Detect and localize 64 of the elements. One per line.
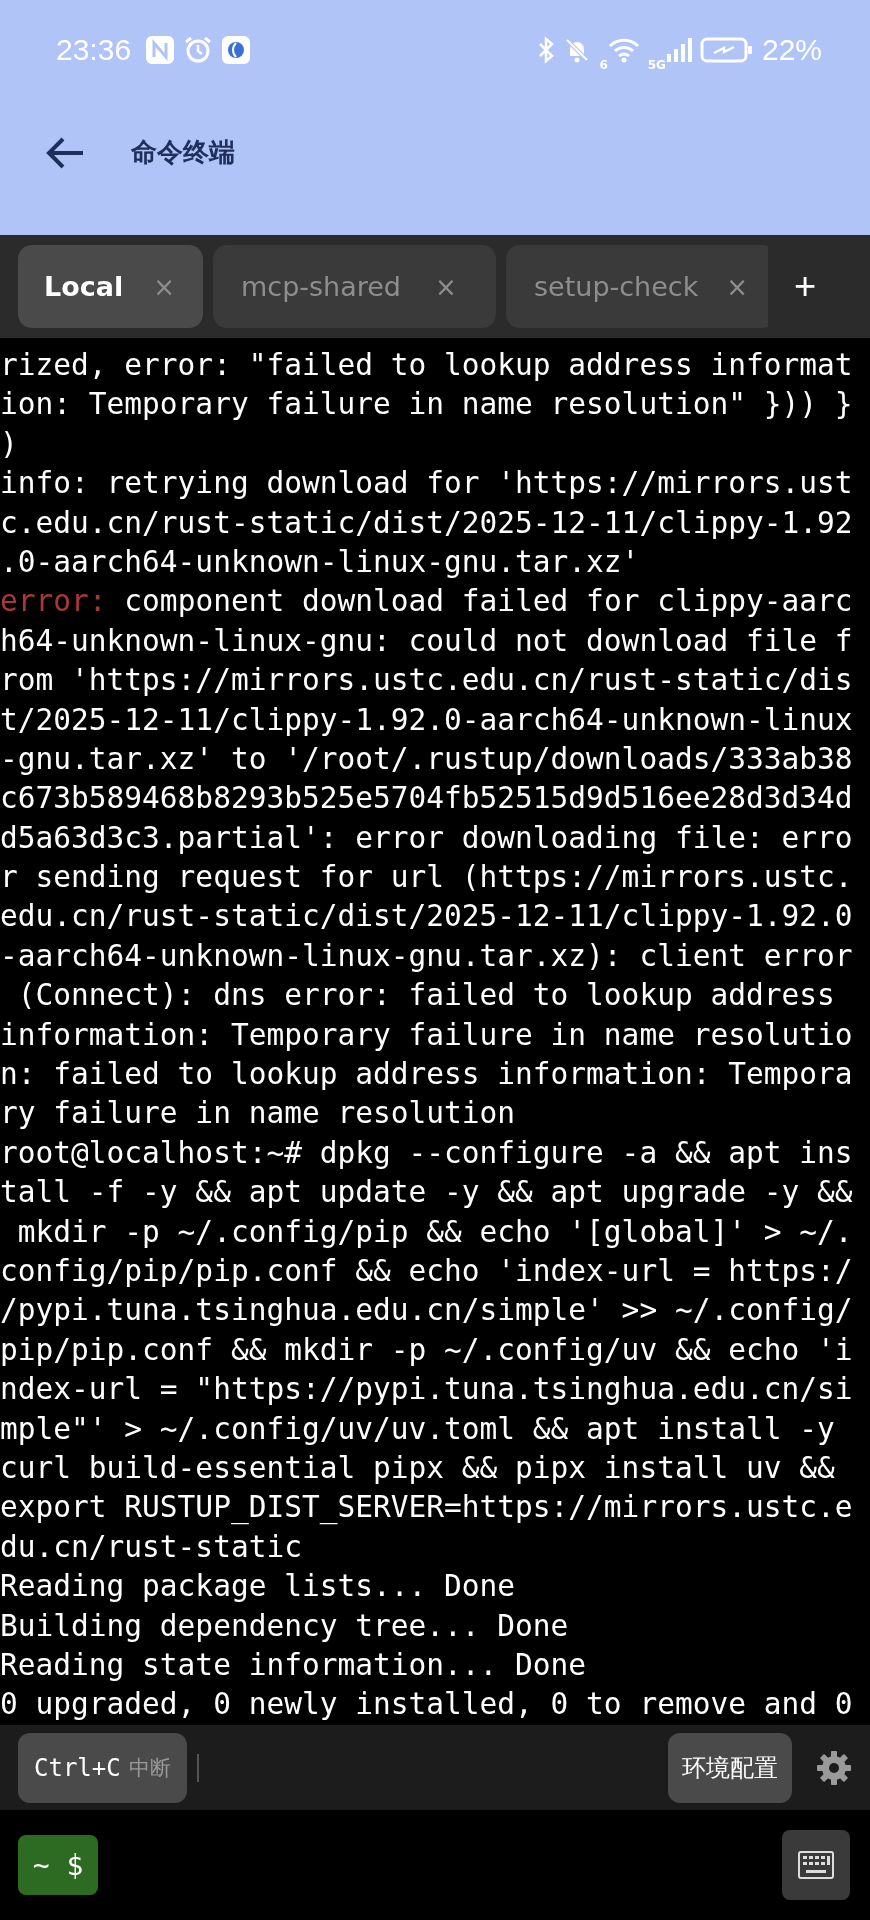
terminal-line: du.cn/rust-static xyxy=(0,1529,302,1564)
alarm-icon xyxy=(183,35,214,65)
terminal-line: rized, error: "failed to lookup address informat xyxy=(0,348,853,382)
terminal-line: ry failure in name resolution xyxy=(0,1096,516,1131)
status-time: 23:36 xyxy=(56,33,132,67)
wifi-icon xyxy=(607,36,640,64)
bluetooth-icon xyxy=(537,36,556,64)
close-tab-icon[interactable]: × xyxy=(435,271,457,302)
nfc-icon xyxy=(145,35,176,65)
settings-icon[interactable] xyxy=(816,1749,852,1786)
terminal-line: curl build-essential pipx && pipx install uv && xyxy=(0,1450,835,1485)
terminal-line: c673b589468b8293b525e5704fb52515d9d516ee28d3d34d xyxy=(0,781,853,816)
tab-label: setup-check xyxy=(534,271,699,302)
error-label: error: xyxy=(0,584,107,619)
terminal-line: mple"' > ~/.config/uv/uv.toml && apt install -y xyxy=(0,1411,835,1446)
tab-label: Local xyxy=(44,271,124,302)
terminal-line: -gnu.tar.xz' to '/root/.rustup/downloads/333ab38 xyxy=(0,741,853,776)
terminal-line: ) xyxy=(0,426,18,461)
terminal-line: c.edu.cn/rust-static/dist/2025-12-11/clippy-1.92 xyxy=(0,505,853,540)
terminal-line: edu.cn/rust-static/dist/2025-12-11/clippy-1.92.0 xyxy=(0,899,853,934)
terminal-line: root@localhost:~# dpkg --configure -a && apt ins xyxy=(0,1135,853,1170)
terminal-line: h64-unknown-linux-gnu: could not download file f xyxy=(0,623,853,658)
wifi-standard-label: 6 xyxy=(599,58,608,72)
terminal-line: mkdir -p ~/.config/pip && echo '[global]' > ~/. xyxy=(16,1214,853,1249)
terminal-line: /pypi.tuna.tsinghua.edu.cn/simple' >> ~/.config/ xyxy=(0,1293,853,1328)
interrupt-button[interactable]: Ctrl+C 中断 xyxy=(18,1732,187,1803)
tab-label: mcp-shared xyxy=(241,271,401,302)
terminal-line: 0 upgraded, 0 newly installed, 0 to remove and 0 xyxy=(0,1687,853,1722)
terminal-line: config/pip/pip.conf && echo 'index-url = https:/ xyxy=(0,1254,853,1288)
back-arrow-icon[interactable] xyxy=(45,135,85,170)
terminal-line: pip/pip.conf && mkdir -p ~/.config/uv && echo 'i xyxy=(0,1332,853,1367)
terminal-line: export RUSTUP_DIST_SERVER=https://mirrors.ustc.e xyxy=(0,1490,853,1525)
battery-percentage: 22% xyxy=(761,33,822,67)
terminal-line: t/2025-12-11/clippy-1.92.0-aarch64-unknown-linux xyxy=(0,702,853,737)
terminal-tab[interactable]: Local × xyxy=(18,245,203,328)
terminal-line: Reading state information... Done xyxy=(0,1647,587,1682)
keyboard-icon xyxy=(798,1851,834,1879)
terminal-line: (Connect): dns error: failed to lookup address xyxy=(16,978,835,1013)
env-config-button[interactable]: 环境配置 xyxy=(668,1732,792,1803)
terminal-line: n: failed to lookup address information: Tempora xyxy=(0,1057,853,1092)
app-icon xyxy=(221,35,252,65)
terminal-line: info: retrying download for 'https://mirrors.ust xyxy=(0,466,853,501)
terminal-tab[interactable]: mcp-shared × xyxy=(213,245,496,328)
terminal-line: tall -f -y && apt update -y && apt upgrade -y && xyxy=(0,1175,853,1210)
battery-charging-icon xyxy=(699,36,754,64)
terminal-line: Building dependency tree... Done xyxy=(0,1608,569,1643)
terminal-line: d5a63d3c3.partial': error downloading file: erro xyxy=(0,820,853,855)
terminal-line: ndex-url = "https://pypi.tuna.tsinghua.edu.cn/si xyxy=(0,1372,853,1407)
terminal-line: -aarch64-unknown-linux-gnu.tar.xz): client error xyxy=(0,938,853,973)
terminal-line: r sending request for url (https://mirrors.ustc. xyxy=(0,860,853,895)
terminal-tab[interactable]: setup-check × xyxy=(506,245,768,328)
close-tab-icon[interactable]: × xyxy=(726,271,749,302)
new-tab-button[interactable]: + xyxy=(794,265,817,308)
terminal-line: component download failed for clippy-aarc xyxy=(124,584,853,619)
page-title: 命令终端 xyxy=(131,136,235,169)
terminal-line: information: Temporary failure in name resolutio xyxy=(0,1017,853,1052)
keyboard-button[interactable] xyxy=(782,1830,850,1900)
shell-prompt-button[interactable]: ~ $ xyxy=(18,1835,98,1895)
network-type-label: 5G xyxy=(647,58,666,72)
signal-icon xyxy=(665,36,692,64)
terminal-line: ion: Temporary failure in name resolution" })) } xyxy=(0,387,853,422)
terminal-line: Reading package lists... Done xyxy=(0,1569,516,1604)
terminal-line: .0-aarch64-unknown-linux-gnu.tar.xz' xyxy=(0,544,640,579)
terminal-line: rom 'https://mirrors.ustc.edu.cn/rust-static/dis xyxy=(0,663,853,698)
